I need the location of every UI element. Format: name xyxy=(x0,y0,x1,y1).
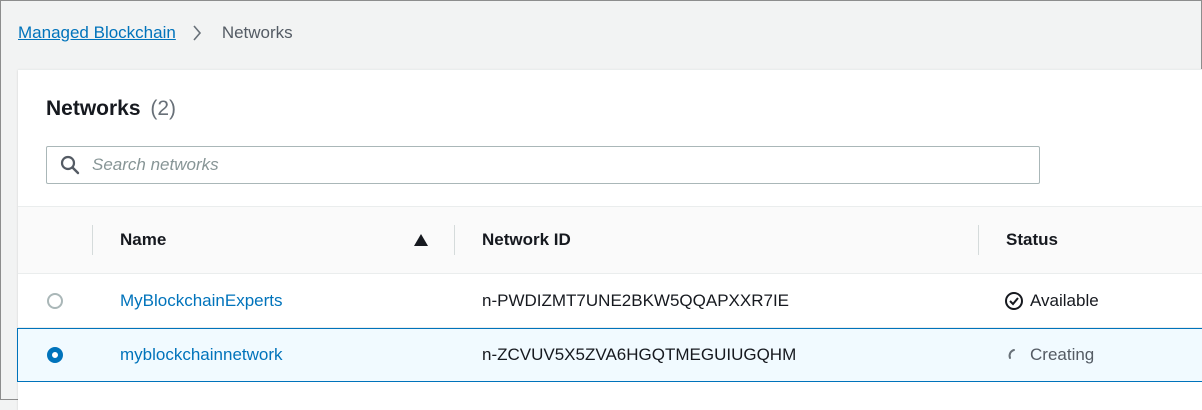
breadcrumb-link-managed-blockchain[interactable]: Managed Blockchain xyxy=(18,23,176,43)
status-badge: Available xyxy=(1030,290,1099,310)
row-radio-button[interactable] xyxy=(47,347,63,363)
search-icon xyxy=(60,155,80,175)
table-header: Name Network ID Status xyxy=(18,206,1202,274)
network-name-link[interactable]: MyBlockchainExperts xyxy=(120,291,283,311)
panel-title-text: Networks xyxy=(46,97,141,120)
status-badge: Creating xyxy=(1030,345,1095,364)
networks-panel: Networks (2) Name Network ID Status MyBl… xyxy=(17,69,1202,410)
search-input[interactable] xyxy=(90,154,1039,176)
column-header-status[interactable]: Status xyxy=(1006,207,1058,273)
network-name-link[interactable]: myblockchainnetwork xyxy=(120,345,283,365)
search-box xyxy=(46,146,1040,184)
table-row[interactable]: MyBlockchainExperts n-PWDIZMT7UNE2BKW5QQ… xyxy=(18,274,1202,328)
column-header-name[interactable]: Name xyxy=(120,207,166,273)
spinner-icon xyxy=(1004,345,1024,365)
network-id: n-PWDIZMT7UNE2BKW5QQAPXXR7IE xyxy=(482,290,790,310)
check-circle-icon xyxy=(1004,291,1024,311)
row-radio-button[interactable] xyxy=(47,292,63,309)
chevron-right-icon xyxy=(192,24,204,42)
column-divider xyxy=(92,225,93,255)
column-divider xyxy=(978,225,979,255)
breadcrumb: Managed Blockchain Networks xyxy=(18,23,293,43)
sort-ascending-icon[interactable] xyxy=(414,234,428,246)
page-title: Networks (2) xyxy=(46,97,176,121)
column-divider xyxy=(454,225,455,255)
table-row-selected[interactable]: myblockchainnetwork n-ZCVUV5X5ZVA6HGQTME… xyxy=(17,328,1202,382)
breadcrumb-current: Networks xyxy=(221,23,293,42)
network-count: (2) xyxy=(150,97,177,120)
network-id: n-ZCVUV5X5ZVA6HGQTMEGUIUGQHM xyxy=(482,345,797,364)
column-header-network-id[interactable]: Network ID xyxy=(482,207,571,273)
